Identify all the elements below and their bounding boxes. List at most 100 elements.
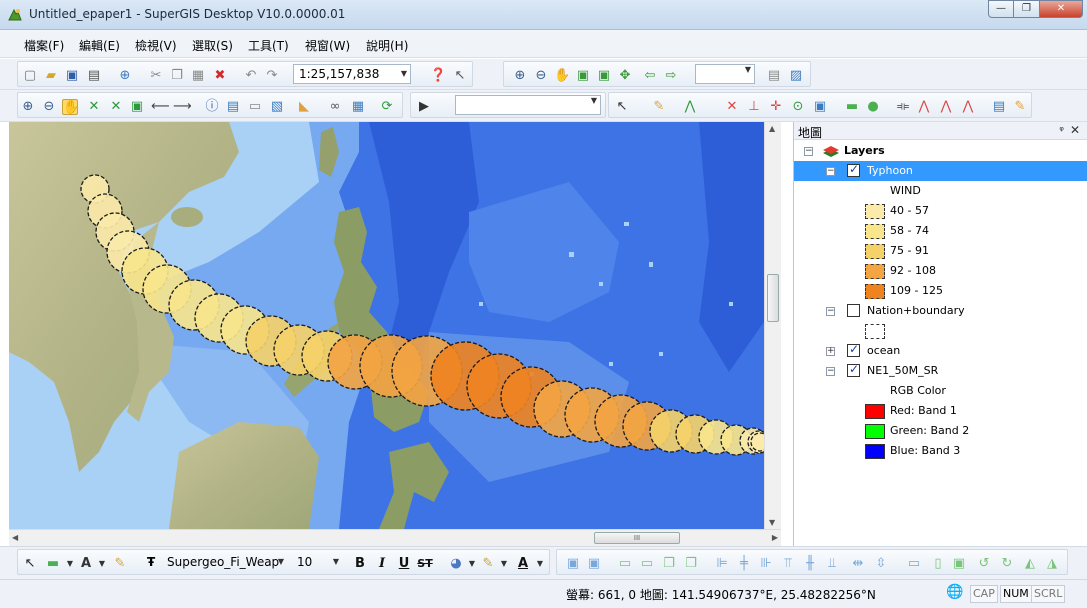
layout-pan-icon[interactable]: ✋ (554, 68, 570, 84)
edit-vertices-icon[interactable]: ✎ (112, 556, 128, 572)
measure-icon[interactable]: ◣ (296, 99, 312, 115)
menu-window[interactable]: 視窗(W) (305, 37, 350, 54)
legend-swatch[interactable] (865, 404, 885, 419)
perpendicular-icon[interactable]: ⊥ (746, 99, 762, 115)
bring-to-front-icon[interactable]: ▭ (617, 556, 633, 572)
hyperlink-icon[interactable]: ▭ (247, 99, 263, 115)
scroll-right-icon[interactable]: ▶ (772, 533, 778, 542)
layer-typhoon[interactable]: − Typhoon (794, 161, 1087, 181)
redo-icon[interactable]: ↷ (264, 68, 280, 84)
chevron-down-icon[interactable]: ▼ (94, 556, 110, 572)
select-elements-icon[interactable]: ↖ (22, 556, 38, 572)
fill-color-icon[interactable]: ◕ (448, 556, 464, 572)
layer-nation-boundary[interactable]: − Nation+boundary (794, 301, 1087, 321)
group-icon[interactable]: ▣ (565, 556, 581, 572)
map-canvas[interactable] (9, 122, 764, 529)
zoom-in-icon[interactable]: ⊕ (20, 99, 36, 115)
layout-zoom-combo[interactable]: ▼ (695, 64, 755, 84)
make-same-size-icon[interactable]: ▣ (951, 556, 967, 572)
align-middle-icon[interactable]: ╫ (802, 556, 818, 572)
rotate-icon[interactable]: ⊙ (790, 99, 806, 115)
vertex-tool-icon[interactable]: ⋀ (682, 99, 698, 115)
layer-visibility-checkbox[interactable] (847, 162, 860, 177)
add-data-icon[interactable]: ⊕ (117, 68, 133, 84)
identify-icon[interactable]: ⓘ (204, 99, 220, 115)
pin-icon[interactable]: ᵠ (1059, 124, 1064, 137)
underline-button[interactable]: U (396, 556, 412, 572)
menu-select[interactable]: 選取(S) (192, 37, 233, 54)
close-button[interactable]: ✕ (1040, 0, 1083, 18)
layer-visibility-checkbox[interactable] (847, 304, 860, 317)
mirror-icon[interactable]: ⟚ (895, 99, 911, 115)
menu-tools[interactable]: 工具(T) (248, 37, 289, 54)
refresh-icon[interactable]: ⟳ (379, 99, 395, 115)
select-features-icon[interactable]: ▣ (812, 99, 828, 115)
open-folder-icon[interactable]: ▰ (43, 68, 59, 84)
zoom-out-icon[interactable]: ⊖ (41, 99, 57, 115)
align-left-icon[interactable]: ⊫ (714, 556, 730, 572)
edit-tool-icon[interactable]: ↖ (614, 99, 630, 115)
font-name-combo[interactable]: Ŧ Supergeo_Fi_Weap ▼ (145, 552, 287, 573)
layer-visibility-checkbox[interactable] (847, 342, 860, 357)
align-top-icon[interactable]: ⫪ (780, 556, 796, 572)
italic-button[interactable]: I (374, 556, 390, 572)
scroll-down-icon[interactable]: ▼ (769, 518, 775, 527)
map-scale-combo[interactable]: 1:25,157,838 ▼ (293, 64, 411, 84)
snap-icon[interactable]: ✛ (768, 99, 784, 115)
chevron-down-icon[interactable]: ▼ (464, 556, 480, 572)
layer-combo[interactable]: ▼ (455, 95, 601, 115)
delete-vertex-icon[interactable]: ✕ (724, 99, 740, 115)
collapse-icon[interactable]: − (804, 147, 813, 156)
zoom-whole-page-icon[interactable]: ▣ (575, 68, 591, 84)
attribute-table-icon[interactable]: ▦ (350, 99, 366, 115)
back-arrow-icon[interactable]: ⟵ (151, 99, 170, 115)
focus-data-frame-icon[interactable]: ▨ (788, 68, 804, 84)
layer-visibility-checkbox[interactable] (847, 362, 860, 377)
legend-swatch[interactable] (865, 264, 885, 279)
collapse-icon[interactable]: − (826, 167, 835, 176)
fixed-zoom-out-map-icon[interactable]: ✕ (108, 99, 124, 115)
send-to-back-icon[interactable]: ▭ (639, 556, 655, 572)
full-extent-icon[interactable]: ▣ (129, 99, 145, 115)
html-popup-icon[interactable]: ▧ (269, 99, 285, 115)
chevron-down-icon[interactable]: ▼ (62, 556, 78, 572)
scroll-thumb[interactable] (767, 274, 779, 322)
scroll-thumb[interactable]: III (594, 532, 680, 544)
animation-icon[interactable]: ▶ (416, 99, 432, 115)
flip-horizontal-icon[interactable]: ◭ (1022, 556, 1038, 572)
print-icon[interactable]: ▤ (86, 68, 102, 84)
chevron-down-icon[interactable]: ▼ (532, 556, 548, 572)
menu-help[interactable]: 說明(H) (366, 37, 408, 54)
layer-ocean[interactable]: + ocean (794, 341, 1087, 361)
draw-rectangle-icon[interactable]: ▬ (45, 556, 61, 572)
fixed-zoom-in-map-icon[interactable]: ✕ (86, 99, 102, 115)
save-icon[interactable]: ▣ (64, 68, 80, 84)
split-icon[interactable]: ⋀ (916, 99, 932, 115)
previous-extent-icon[interactable]: ⇦ (642, 68, 658, 84)
scroll-up-icon[interactable]: ▲ (769, 124, 775, 133)
legend-swatch[interactable] (865, 224, 885, 239)
edit-pencil-icon[interactable]: ✎ (1012, 99, 1028, 115)
link-icon[interactable]: ∞ (327, 99, 343, 115)
minimize-button[interactable]: — (988, 0, 1014, 18)
ungroup-icon[interactable]: ▣ (586, 556, 602, 572)
legend-swatch[interactable] (865, 244, 885, 259)
undo-icon[interactable]: ↶ (243, 68, 259, 84)
font-color-icon[interactable]: A (515, 556, 531, 572)
pan-icon[interactable]: ✋ (62, 99, 79, 115)
panel-close-icon[interactable]: ✕ (1070, 123, 1080, 137)
distribute-horizontal-icon[interactable]: ⇹ (850, 556, 866, 572)
menu-edit[interactable]: 編輯(E) (79, 37, 120, 54)
toggle-draft-icon[interactable]: ▤ (766, 68, 782, 84)
help-icon[interactable]: ❓ (430, 68, 446, 84)
legend-swatch[interactable] (865, 444, 885, 459)
legend-swatch[interactable] (865, 204, 885, 219)
align-center-icon[interactable]: ╪ (736, 556, 752, 572)
paste-icon[interactable]: ▦ (190, 68, 206, 84)
copy-icon[interactable]: ❐ (169, 68, 185, 84)
menu-view[interactable]: 檢視(V) (135, 37, 177, 54)
send-backward-icon[interactable]: ❐ (683, 556, 699, 572)
maximize-button[interactable]: ❐ (1014, 0, 1040, 18)
flip-vertical-icon[interactable]: ◮ (1044, 556, 1060, 572)
rotate-left-icon[interactable]: ↺ (976, 556, 992, 572)
